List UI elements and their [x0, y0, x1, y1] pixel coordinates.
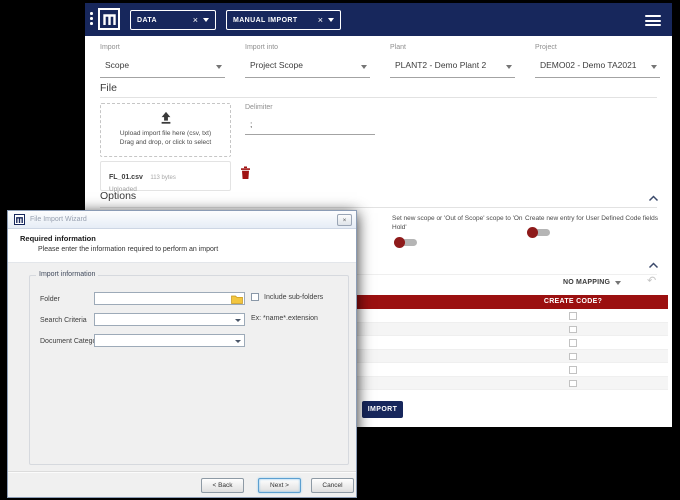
upload-icon	[159, 111, 173, 125]
file-import-wizard-dialog: File Import Wizard × Required informatio…	[7, 210, 357, 498]
folder-label: Folder	[40, 296, 60, 303]
tab-dropdown-icon[interactable]	[328, 18, 334, 22]
collapse-options-icon[interactable]	[648, 195, 659, 202]
collapse-mapping-icon[interactable]	[648, 262, 659, 269]
cancel-button[interactable]: Cancel	[311, 478, 354, 493]
create-code-checkbox[interactable]	[569, 353, 577, 361]
field-value: Project Scope	[250, 60, 303, 70]
file-name: FL_01.csv	[109, 174, 143, 181]
app-header: DATA × MANUAL IMPORT ×	[85, 3, 672, 36]
chevron-down-icon	[216, 65, 222, 69]
toggle-label: Create new entry for User Defined Code f…	[525, 214, 675, 223]
search-criteria-select[interactable]	[94, 313, 245, 326]
chevron-down-icon	[506, 65, 512, 69]
chevron-down-icon	[615, 281, 621, 285]
scope-on-hold-toggle[interactable]	[394, 237, 418, 248]
dialog-close-button[interactable]: ×	[337, 214, 352, 226]
dialog-titlebar[interactable]: File Import Wizard ×	[8, 211, 356, 229]
import-button[interactable]: IMPORT	[362, 401, 403, 418]
tab-dropdown-icon[interactable]	[203, 18, 209, 22]
create-code-checkbox[interactable]	[569, 380, 577, 388]
search-criteria-label: Search Criteria	[40, 317, 87, 324]
delete-file-button[interactable]	[240, 166, 251, 180]
chevron-down-icon	[651, 65, 657, 69]
create-code-checkbox[interactable]	[569, 312, 577, 320]
field-label: Project	[535, 44, 557, 51]
import-into-select[interactable]: Import into Project Scope	[245, 44, 370, 78]
import-select[interactable]: Import Scope	[100, 44, 225, 78]
field-value: DEMO02 - Demo TA2021	[540, 60, 637, 70]
user-defined-code-toggle[interactable]	[527, 227, 551, 238]
tab-data[interactable]: DATA ×	[130, 10, 216, 30]
uploaded-file-chip: FL_01.csv 113 bytes Uploaded	[100, 161, 231, 191]
chevron-down-icon	[361, 65, 367, 69]
delimiter-label: Delimiter	[245, 104, 273, 111]
next-button[interactable]: Next >	[258, 478, 301, 493]
delimiter-underline	[245, 134, 375, 135]
document-category-label: Document Category	[40, 338, 102, 345]
back-button[interactable]: < Back	[201, 478, 244, 493]
create-code-checkbox[interactable]	[569, 326, 577, 334]
dialog-title: File Import Wizard	[30, 216, 87, 223]
tab-manual-import[interactable]: MANUAL IMPORT ×	[226, 10, 341, 30]
tab-label: MANUAL IMPORT	[233, 17, 313, 24]
field-label: Import into	[245, 44, 278, 51]
file-section-heading: File	[100, 82, 117, 94]
upload-dropzone[interactable]: Upload import file here (csv, txt) Drag …	[100, 103, 231, 157]
app-logo-icon	[98, 8, 120, 30]
chevron-down-icon	[235, 340, 241, 343]
field-value: PLANT2 - Demo Plant 2	[395, 60, 486, 70]
plant-select[interactable]: Plant PLANT2 - Demo Plant 2	[390, 44, 515, 78]
delimiter-input[interactable]: ;	[250, 119, 252, 129]
search-criteria-hint: Ex: *name*.extension	[251, 315, 318, 322]
import-information-group: Import information Folder Include sub-fo…	[29, 275, 349, 465]
divider	[100, 97, 657, 98]
kebab-menu-icon[interactable]	[90, 12, 93, 25]
include-subfolders-label: Include sub-folders	[264, 294, 323, 301]
undo-mapping-button[interactable]: ↶	[647, 274, 656, 287]
dialog-logo-icon	[14, 214, 25, 225]
divider	[8, 471, 356, 473]
divider	[100, 207, 657, 208]
document-category-select[interactable]	[94, 334, 245, 347]
upload-instruction: Upload import file here (csv, txt)	[101, 129, 230, 138]
project-select[interactable]: Project DEMO02 - Demo TA2021	[535, 44, 660, 78]
mapping-preset-value: NO MAPPING	[563, 279, 610, 286]
dialog-subheading: Please enter the information required to…	[38, 246, 218, 253]
field-value: Scope	[105, 60, 129, 70]
folder-input[interactable]	[94, 292, 245, 305]
tab-close-icon[interactable]: ×	[318, 16, 323, 24]
field-label: Import	[100, 44, 120, 51]
dialog-header-panel: Required information Please enter the in…	[8, 229, 356, 263]
column-header-create-code: CREATE CODE?	[503, 298, 643, 305]
field-label: Plant	[390, 44, 406, 51]
tab-close-icon[interactable]: ×	[193, 16, 198, 24]
toggle-scope-on-hold: Set new scope or 'Out of Scope' scope to…	[392, 214, 532, 254]
dialog-heading: Required information	[20, 234, 96, 243]
toggle-label: Set new scope or 'Out of Scope' scope to…	[392, 214, 532, 232]
toggle-user-defined-code: Create new entry for User Defined Code f…	[525, 214, 675, 246]
include-subfolders-checkbox[interactable]	[251, 293, 259, 301]
file-size: 113 bytes	[150, 175, 176, 181]
options-section-heading: Options	[100, 190, 136, 202]
chevron-down-icon	[235, 319, 241, 322]
create-code-checkbox[interactable]	[569, 339, 577, 347]
create-code-checkbox[interactable]	[569, 366, 577, 374]
group-label: Import information	[36, 271, 98, 278]
upload-instruction2: Drag and drop, or click to select	[101, 138, 230, 147]
hamburger-menu-icon[interactable]	[645, 15, 661, 26]
desktop: DATA × MANUAL IMPORT × Import Scope Impo…	[0, 0, 680, 500]
mapping-preset-select[interactable]: NO MAPPING	[563, 279, 621, 286]
tab-label: DATA	[137, 17, 188, 24]
browse-folder-icon[interactable]	[231, 294, 243, 304]
